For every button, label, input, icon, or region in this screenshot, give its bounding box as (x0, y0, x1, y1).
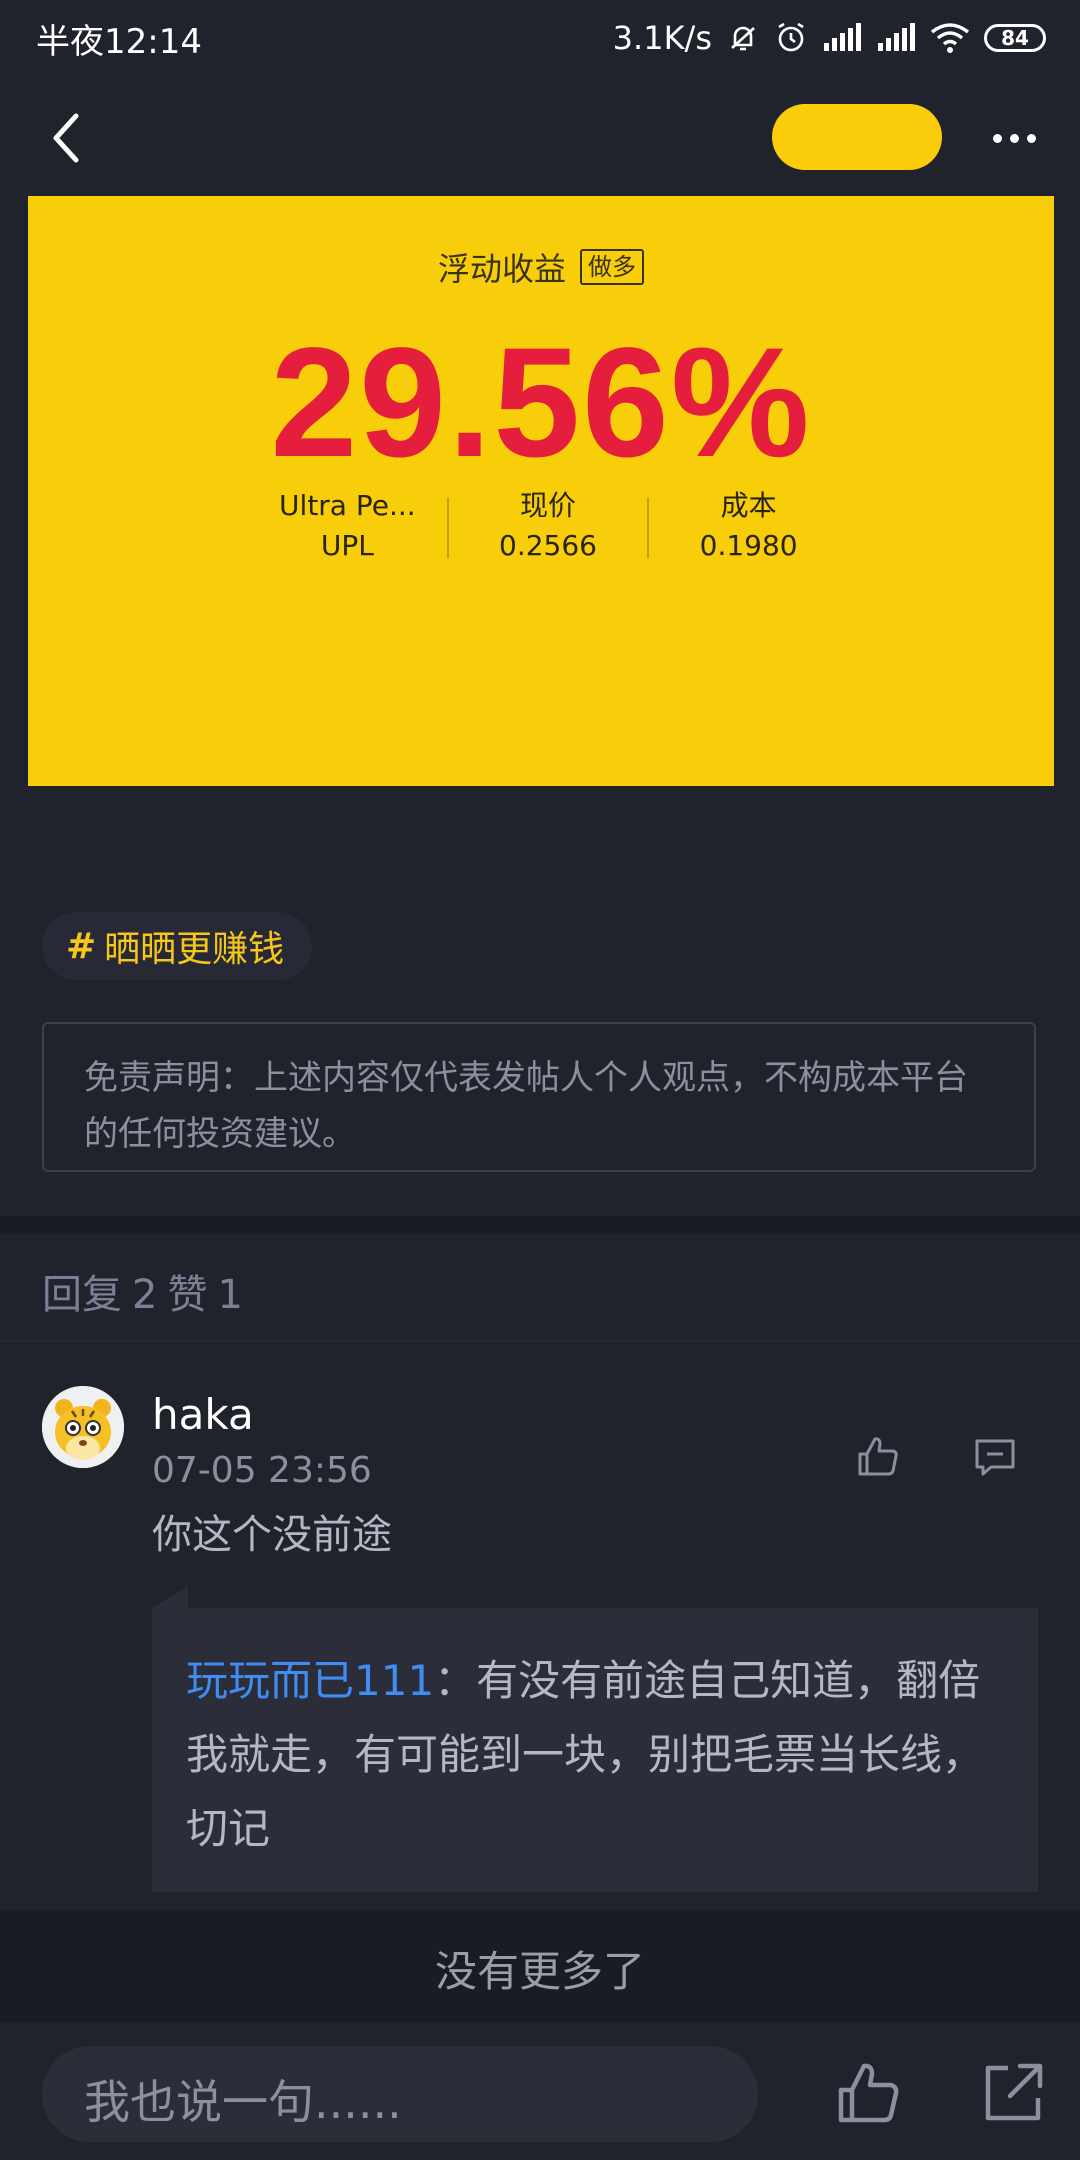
more-icon[interactable] (988, 118, 1040, 158)
battery-icon: 84 (984, 24, 1046, 52)
share-icon[interactable] (982, 2062, 1044, 2124)
hash-icon: # (66, 925, 97, 967)
comment-text: 你这个没前途 (152, 1512, 392, 1558)
thumbs-up-icon[interactable] (836, 2060, 902, 2126)
reply-content: 玩玩而已111：有没有前途自己知道，翻倍我就走，有可能到一块，别把毛票当长线，切… (186, 1644, 1008, 1866)
stat-cost: 成本 0.1980 (649, 486, 848, 566)
stat-current-price: 现价 0.2566 (449, 486, 648, 566)
follow-button[interactable] (772, 104, 942, 170)
reply-icon[interactable] (974, 1438, 1016, 1478)
current-price-label: 现价 (519, 489, 576, 522)
wifi-icon (930, 23, 970, 53)
card-stats: Ultra Pe... UPL 现价 0.2566 成本 0.1980 (248, 486, 848, 566)
status-time: 半夜12:14 (36, 22, 202, 62)
status-bar: 半夜12:14 3.1K/s 84 (0, 0, 1080, 78)
like-count: 1 (217, 1272, 243, 1318)
battery-level: 84 (1001, 26, 1029, 50)
position-tag: 做多 (580, 249, 644, 285)
card-header: 浮动收益 做多 (28, 244, 1054, 290)
back-icon[interactable] (44, 108, 92, 168)
cost-value: 0.1980 (699, 529, 798, 562)
divider (0, 1340, 1080, 1342)
status-icons: 3.1K/s 84 (613, 12, 1046, 64)
reply-notch (152, 1586, 188, 1608)
hashtag-text: 晒晒更赚钱 (104, 929, 285, 970)
stock-symbol: UPL (320, 529, 374, 562)
floating-return-label: 浮动收益 (437, 250, 566, 288)
return-percentage: 29.56% (270, 316, 812, 490)
signal-icon (824, 23, 861, 51)
like-label: 赞 (167, 1272, 208, 1318)
stock-name: Ultra Pe... (279, 489, 416, 522)
reply-count: 2 (132, 1272, 158, 1318)
comment-time: 07-05 23:56 (152, 1450, 372, 1491)
cost-label: 成本 (720, 489, 777, 522)
network-speed: 3.1K/s (612, 19, 712, 57)
nested-reply[interactable]: 玩玩而已111：有没有前途自己知道，翻倍我就走，有可能到一块，别把毛票当长线，切… (152, 1608, 1038, 1892)
comment-input-placeholder: 我也说一句...... (84, 2075, 402, 2129)
profit-card: 浮动收益 做多 29.56% Ultra Pe... UPL 现价 0.2566… (28, 196, 1054, 786)
thumbs-up-icon[interactable] (856, 1434, 900, 1478)
comment-username[interactable]: haka (152, 1390, 254, 1439)
post-stats: 回复 2 赞 1 (42, 1262, 253, 1320)
hashtag-chip[interactable]: # 晒晒更赚钱 (42, 912, 313, 980)
reply-label: 回复 (42, 1272, 122, 1318)
disclaimer: 免责声明：上述内容仅代表发帖人个人观点，不构成本平台的任何投资建议。 (42, 1022, 1036, 1172)
tiger-avatar-icon (42, 1386, 124, 1468)
section-divider (0, 1216, 1080, 1234)
alarm-icon (778, 22, 804, 52)
stat-stock: Ultra Pe... UPL (248, 486, 447, 566)
current-price-value: 0.2566 (499, 529, 597, 562)
reply-username[interactable]: 玩玩而已111 (186, 1656, 434, 1705)
no-more-label: 没有更多了 (434, 1947, 645, 1996)
mute-icon (731, 26, 755, 51)
signal-icon-2 (878, 23, 915, 51)
avatar[interactable] (42, 1386, 124, 1468)
